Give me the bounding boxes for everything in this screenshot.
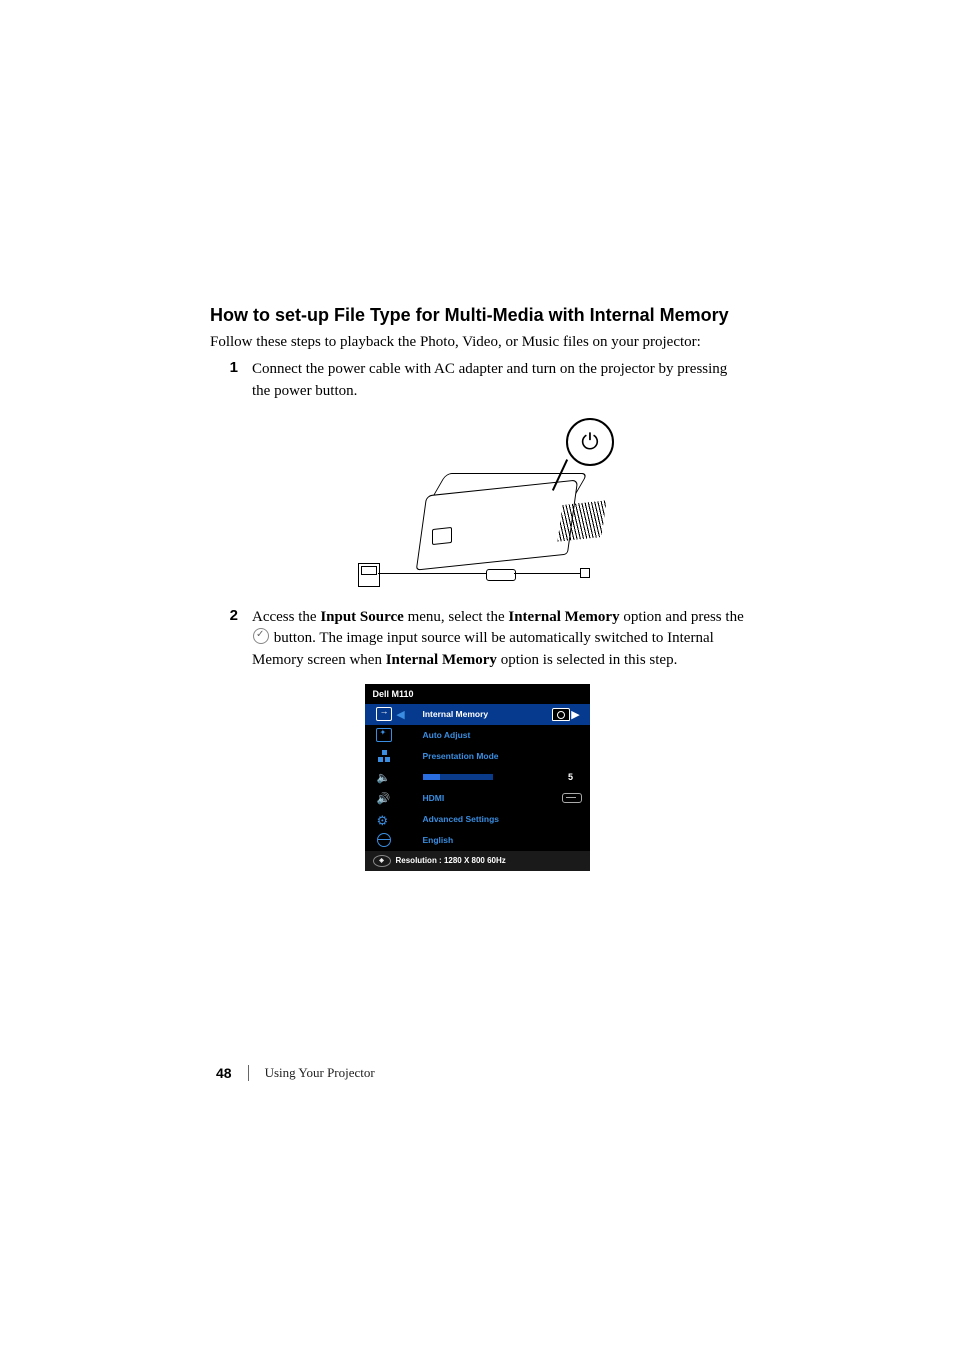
step-text: Access the Input Source menu, select the… bbox=[252, 607, 744, 672]
osd-menu-item[interactable]: ◀Internal Memory ▶ bbox=[365, 704, 590, 725]
volume-slider[interactable] bbox=[423, 774, 493, 780]
check-button-icon bbox=[253, 628, 269, 644]
power-icon: ⏻ bbox=[566, 418, 614, 466]
step-item: 1 Connect the power cable with AC adapter… bbox=[228, 359, 744, 403]
osd-menu-item[interactable]: HDMI bbox=[365, 788, 590, 809]
arrow-left-icon[interactable]: ◀ bbox=[395, 708, 407, 721]
camera-icon bbox=[552, 708, 570, 721]
osd-menu-item[interactable]: 5 bbox=[365, 767, 590, 788]
section-heading: How to set-up File Type for Multi-Media … bbox=[210, 305, 744, 326]
osd-menu-item[interactable]: Auto Adjust bbox=[365, 725, 590, 746]
osd-menu: Dell M110 ◀Internal Memory ▶ Auto Adjust Pr… bbox=[365, 684, 590, 871]
navigate-icon: ◈ bbox=[373, 855, 391, 867]
globe-icon bbox=[373, 833, 395, 847]
volp-icon bbox=[373, 792, 395, 804]
footer-divider bbox=[248, 1065, 249, 1081]
osd-menu-item[interactable]: Advanced Settings bbox=[365, 809, 590, 830]
osd-item-label: Advanced Settings bbox=[407, 814, 582, 824]
osd-value: 5 bbox=[560, 772, 582, 782]
page-number: 48 bbox=[216, 1065, 232, 1081]
osd-footer: ◈ Resolution : 1280 X 800 60Hz bbox=[365, 851, 590, 871]
step-number: 2 bbox=[228, 607, 238, 624]
bold-term: Internal Memory bbox=[386, 652, 497, 668]
hdmi-port-icon bbox=[562, 793, 582, 803]
osd-menu-item[interactable]: English bbox=[365, 830, 590, 851]
steps-list: 1 Connect the power cable with AC adapter… bbox=[228, 359, 744, 672]
input-icon bbox=[373, 707, 395, 721]
gear-icon bbox=[373, 813, 395, 825]
step-text: Connect the power cable with AC adapter … bbox=[252, 359, 744, 403]
osd-item-label: English bbox=[407, 835, 582, 845]
footer-section: Using Your Projector bbox=[265, 1065, 375, 1081]
step-number: 1 bbox=[228, 359, 238, 376]
mode-icon bbox=[373, 750, 395, 762]
intro-text: Follow these steps to playback the Photo… bbox=[210, 332, 744, 353]
osd-item-label: Presentation Mode bbox=[407, 751, 582, 761]
vol-icon bbox=[373, 771, 395, 783]
osd-menu-item[interactable]: Presentation Mode bbox=[365, 746, 590, 767]
osd-item-label: HDMI bbox=[407, 793, 562, 803]
bold-term: Input Source bbox=[320, 609, 404, 625]
adjust-icon bbox=[373, 728, 395, 742]
osd-item-label: Internal Memory bbox=[407, 709, 552, 719]
osd-item-label: Auto Adjust bbox=[407, 730, 582, 740]
osd-title: Dell M110 bbox=[365, 684, 590, 704]
bold-term: Internal Memory bbox=[508, 609, 619, 625]
osd-resolution: Resolution : 1280 X 800 60Hz bbox=[396, 856, 506, 865]
page-footer: 48 Using Your Projector bbox=[216, 1065, 375, 1081]
step-item: 2 Access the Input Source menu, select th… bbox=[228, 607, 744, 672]
projector-illustration: ⏻ bbox=[356, 413, 616, 593]
arrow-right-icon[interactable]: ▶ bbox=[570, 708, 582, 721]
